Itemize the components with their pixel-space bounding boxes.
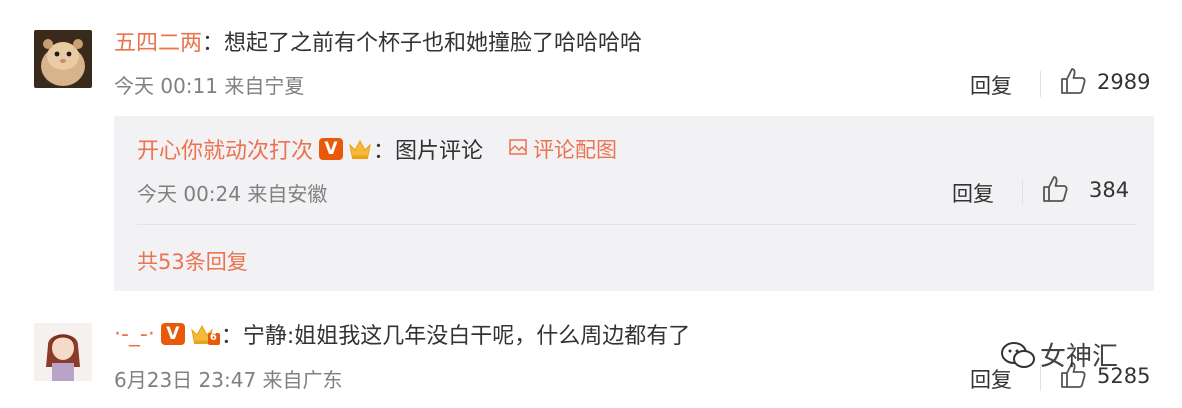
comment-text: ：想起了之前有个杯子也和她撞脸了哈哈哈哈 [202,31,643,56]
reply-time: 今天 00:24 [137,182,241,206]
comment-meta: 6月23日 23:47 来自广东 [114,364,343,393]
reply-button[interactable]: 回复 [970,70,1012,100]
crown-level-label: 6 [209,332,217,343]
more-replies-link[interactable]: 共53条回复 [137,246,248,276]
comment-username[interactable]: ·-_-· [114,322,155,347]
comment-meta: 今天 00:11 来自宁夏 [114,70,304,99]
avatar[interactable] [34,323,92,381]
image-icon [509,139,527,159]
comment-time: 今天 00:11 [114,74,218,98]
like-button[interactable] [1059,66,1087,100]
verified-badge-icon: V [319,138,344,160]
reply-button[interactable]: 回复 [952,178,994,208]
comment-location: 来自广东 [262,368,343,392]
crown-icon [347,136,373,162]
like-count: 384 [1089,178,1130,202]
reply-text: ：图片评论 [373,139,484,164]
comment-text: ：宁静:姐姐我这几年没白干呢，什么周边都有了 [220,324,691,349]
comment-image-link[interactable]: 评论配图 [533,134,617,164]
reply-location: 来自安徽 [247,182,328,206]
divider [1022,179,1023,205]
reply-meta: 今天 00:24 来自安徽 [137,178,327,207]
watermark-text: 女神汇 [1040,342,1119,372]
reply-username[interactable]: 开心你就动次打次 [137,133,313,165]
like-button[interactable] [1041,174,1069,208]
thumbs-up-icon [1043,176,1068,202]
verified-badge-icon: V [160,323,185,345]
wechat-icon [1001,341,1035,368]
hamster-avatar-image [34,30,92,88]
comment-time: 6月23日 23:47 [114,368,257,392]
divider [137,224,1137,225]
divider [1040,71,1041,97]
watermark: 女神汇 [1000,336,1118,373]
comment-location: 来自宁夏 [224,74,305,98]
like-count: 2989 [1097,70,1151,94]
anime-avatar-image [34,323,92,381]
avatar[interactable] [34,30,92,88]
thumbs-up-icon [1061,68,1086,94]
crown-level-icon: 6 [189,321,221,347]
comment-username[interactable]: 五四二两 [114,25,202,57]
